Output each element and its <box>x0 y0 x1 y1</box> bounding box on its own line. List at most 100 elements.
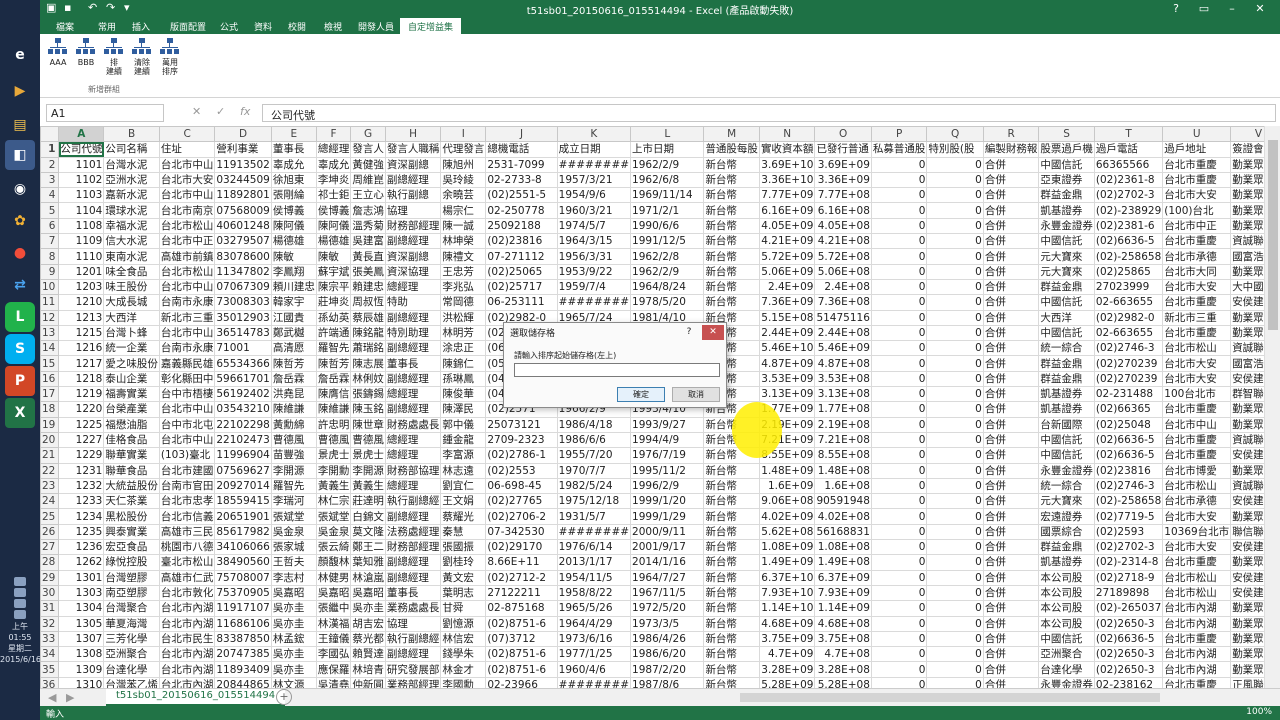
cell[interactable]: 副總經理 <box>384 370 442 388</box>
browser-taskbar-icon[interactable]: e <box>5 40 35 70</box>
column-header[interactable]: C <box>158 126 216 143</box>
cell[interactable]: 合併 <box>982 248 1040 265</box>
cell[interactable]: 副總經理 <box>384 171 442 189</box>
cell[interactable]: 22102473 <box>214 431 272 449</box>
cell[interactable]: 0 <box>870 539 928 556</box>
cell[interactable]: 陳維謙 <box>315 401 352 418</box>
cell[interactable]: 福懋油脂 <box>103 416 160 433</box>
row-header[interactable]: 22 <box>40 462 60 479</box>
cell[interactable]: (02)2593 <box>1093 523 1164 541</box>
cell[interactable]: 資深副總 <box>384 156 442 173</box>
cell[interactable]: (02)6636-5 <box>1093 431 1164 449</box>
cell[interactable]: 8.55E+08 <box>814 447 872 464</box>
cell[interactable]: 0 <box>870 248 928 265</box>
cell[interactable]: 吳金泉 <box>315 523 352 541</box>
cell[interactable]: 嘉義縣民雄 <box>158 355 216 372</box>
cell[interactable]: 0 <box>870 324 928 342</box>
cell[interactable]: 簽證會計師 <box>1230 141 1264 158</box>
cell[interactable]: 總機電話 <box>485 141 558 158</box>
camera-taskbar-icon[interactable]: ◉ <box>5 174 35 204</box>
cell[interactable]: 股票過戶機 <box>1038 141 1095 158</box>
cell[interactable]: 台北市內湖 <box>1162 661 1232 678</box>
cell[interactable]: 36514783 <box>214 324 272 342</box>
cell[interactable]: 合併 <box>982 600 1040 617</box>
cell[interactable]: 勤業眾信 <box>1230 309 1264 326</box>
cell[interactable]: 林仁宗 <box>315 493 352 510</box>
cell[interactable]: 國富浩華 <box>1230 248 1264 265</box>
cell[interactable]: 71001 <box>214 340 272 357</box>
cell[interactable]: 台灣水泥 <box>103 156 160 173</box>
cell[interactable]: 林坤榮 <box>440 233 487 250</box>
cell[interactable]: 2709-2323 <box>485 431 558 449</box>
cell[interactable]: 1.08E+08 <box>814 539 872 556</box>
cell[interactable]: 張云綺 <box>315 539 352 556</box>
cell[interactable]: 陳維謙 <box>270 401 317 418</box>
cell[interactable]: 台北市承德 <box>1162 493 1232 510</box>
cell[interactable]: 勤業眾信 <box>1230 600 1264 617</box>
cell[interactable]: 台北市重慶 <box>1162 294 1232 311</box>
cell[interactable]: (02)27765 <box>485 493 558 510</box>
tab-8[interactable]: 開發人員 <box>350 18 402 34</box>
cell[interactable]: 董事長 <box>384 584 442 602</box>
cell[interactable]: 2.44E+09 <box>758 324 816 342</box>
cell[interactable]: 孫幼英 <box>315 309 352 326</box>
cell[interactable]: 吳嘉昭 <box>270 584 317 602</box>
ribbon-macro-button-4[interactable]: 萬用 排序 <box>156 38 184 76</box>
cell[interactable]: 台北市松山 <box>158 263 216 280</box>
dialog-help-button[interactable]: ? <box>678 325 700 340</box>
cell[interactable]: (02)8751-6 <box>485 615 558 632</box>
cell[interactable]: 10369台北市 <box>1162 523 1232 541</box>
cell[interactable]: 大成長城 <box>103 294 160 311</box>
cell[interactable]: 新台幣 <box>703 615 760 632</box>
cell[interactable]: 83078600 <box>214 248 272 265</box>
cell[interactable]: 合併 <box>982 416 1040 433</box>
cell[interactable]: 正風聯合 <box>1230 676 1264 688</box>
cell[interactable]: 1960/4/6 <box>556 661 632 678</box>
cell[interactable]: 執行副總經 <box>384 630 442 648</box>
cell[interactable]: (02)23816 <box>485 233 558 250</box>
cell[interactable]: 1971/2/1 <box>630 202 705 219</box>
cell[interactable]: 統一企業 <box>103 340 160 357</box>
cell[interactable]: 李國勳 <box>440 676 487 688</box>
cell[interactable]: 100台北市 <box>1162 386 1232 403</box>
cell[interactable]: 凱基證券 <box>1038 202 1095 219</box>
cell[interactable]: 1999/1/29 <box>630 508 705 525</box>
cell[interactable]: 6.16E+08 <box>814 202 872 219</box>
cell[interactable]: 詹岳霖 <box>270 370 317 388</box>
cell[interactable]: 1.14E+10 <box>758 600 816 617</box>
cell[interactable]: 副總經理 <box>384 508 442 525</box>
row-header[interactable]: 30 <box>40 584 60 602</box>
cell[interactable]: 台北市大安 <box>1162 355 1232 372</box>
cell[interactable]: 陳敏 <box>315 248 352 265</box>
cell[interactable]: 勤業眾信 <box>1230 646 1264 663</box>
cell[interactable]: 5.06E+08 <box>814 263 872 280</box>
cell[interactable]: 5.28E+09 <box>758 676 816 688</box>
row-header[interactable]: 12 <box>40 309 60 326</box>
cell[interactable]: ######## <box>556 523 632 541</box>
minimize-icon[interactable]: – <box>1218 0 1246 17</box>
cell[interactable]: 7.21E+08 <box>814 431 872 449</box>
cell[interactable]: 4.7E+08 <box>814 646 872 663</box>
cell[interactable]: 合併 <box>982 171 1040 189</box>
cell[interactable]: 安侯建業 <box>1230 569 1264 586</box>
cell[interactable]: 曹德風 <box>350 431 386 449</box>
cell[interactable]: 0 <box>926 676 984 688</box>
cell[interactable]: 0 <box>870 523 928 541</box>
cell[interactable]: 中國信託 <box>1038 294 1095 311</box>
cell[interactable]: 1953/9/22 <box>556 263 632 280</box>
cell[interactable]: 1201 <box>58 263 105 280</box>
cell[interactable]: 天仁茶業 <box>103 493 160 510</box>
cell[interactable]: 1957/3/21 <box>556 171 632 189</box>
cell[interactable]: 台新國際 <box>1038 416 1095 433</box>
cell[interactable]: 蘇宇斌 <box>315 263 352 280</box>
cell[interactable]: 台北市大安 <box>1162 370 1232 388</box>
row-header[interactable]: 13 <box>40 324 60 342</box>
cell[interactable]: 孫琳鳳 <box>440 370 487 388</box>
cell[interactable]: 吳嘉昭 <box>350 584 386 602</box>
cell[interactable]: 台北市大安 <box>1162 187 1232 204</box>
column-header[interactable]: B <box>103 126 160 143</box>
cell[interactable]: 3.69E+09 <box>814 156 872 173</box>
cell[interactable]: 0 <box>870 156 928 173</box>
cell[interactable]: (02)-238929 <box>1093 202 1164 219</box>
cell[interactable]: 5.62E+08 <box>758 523 816 541</box>
